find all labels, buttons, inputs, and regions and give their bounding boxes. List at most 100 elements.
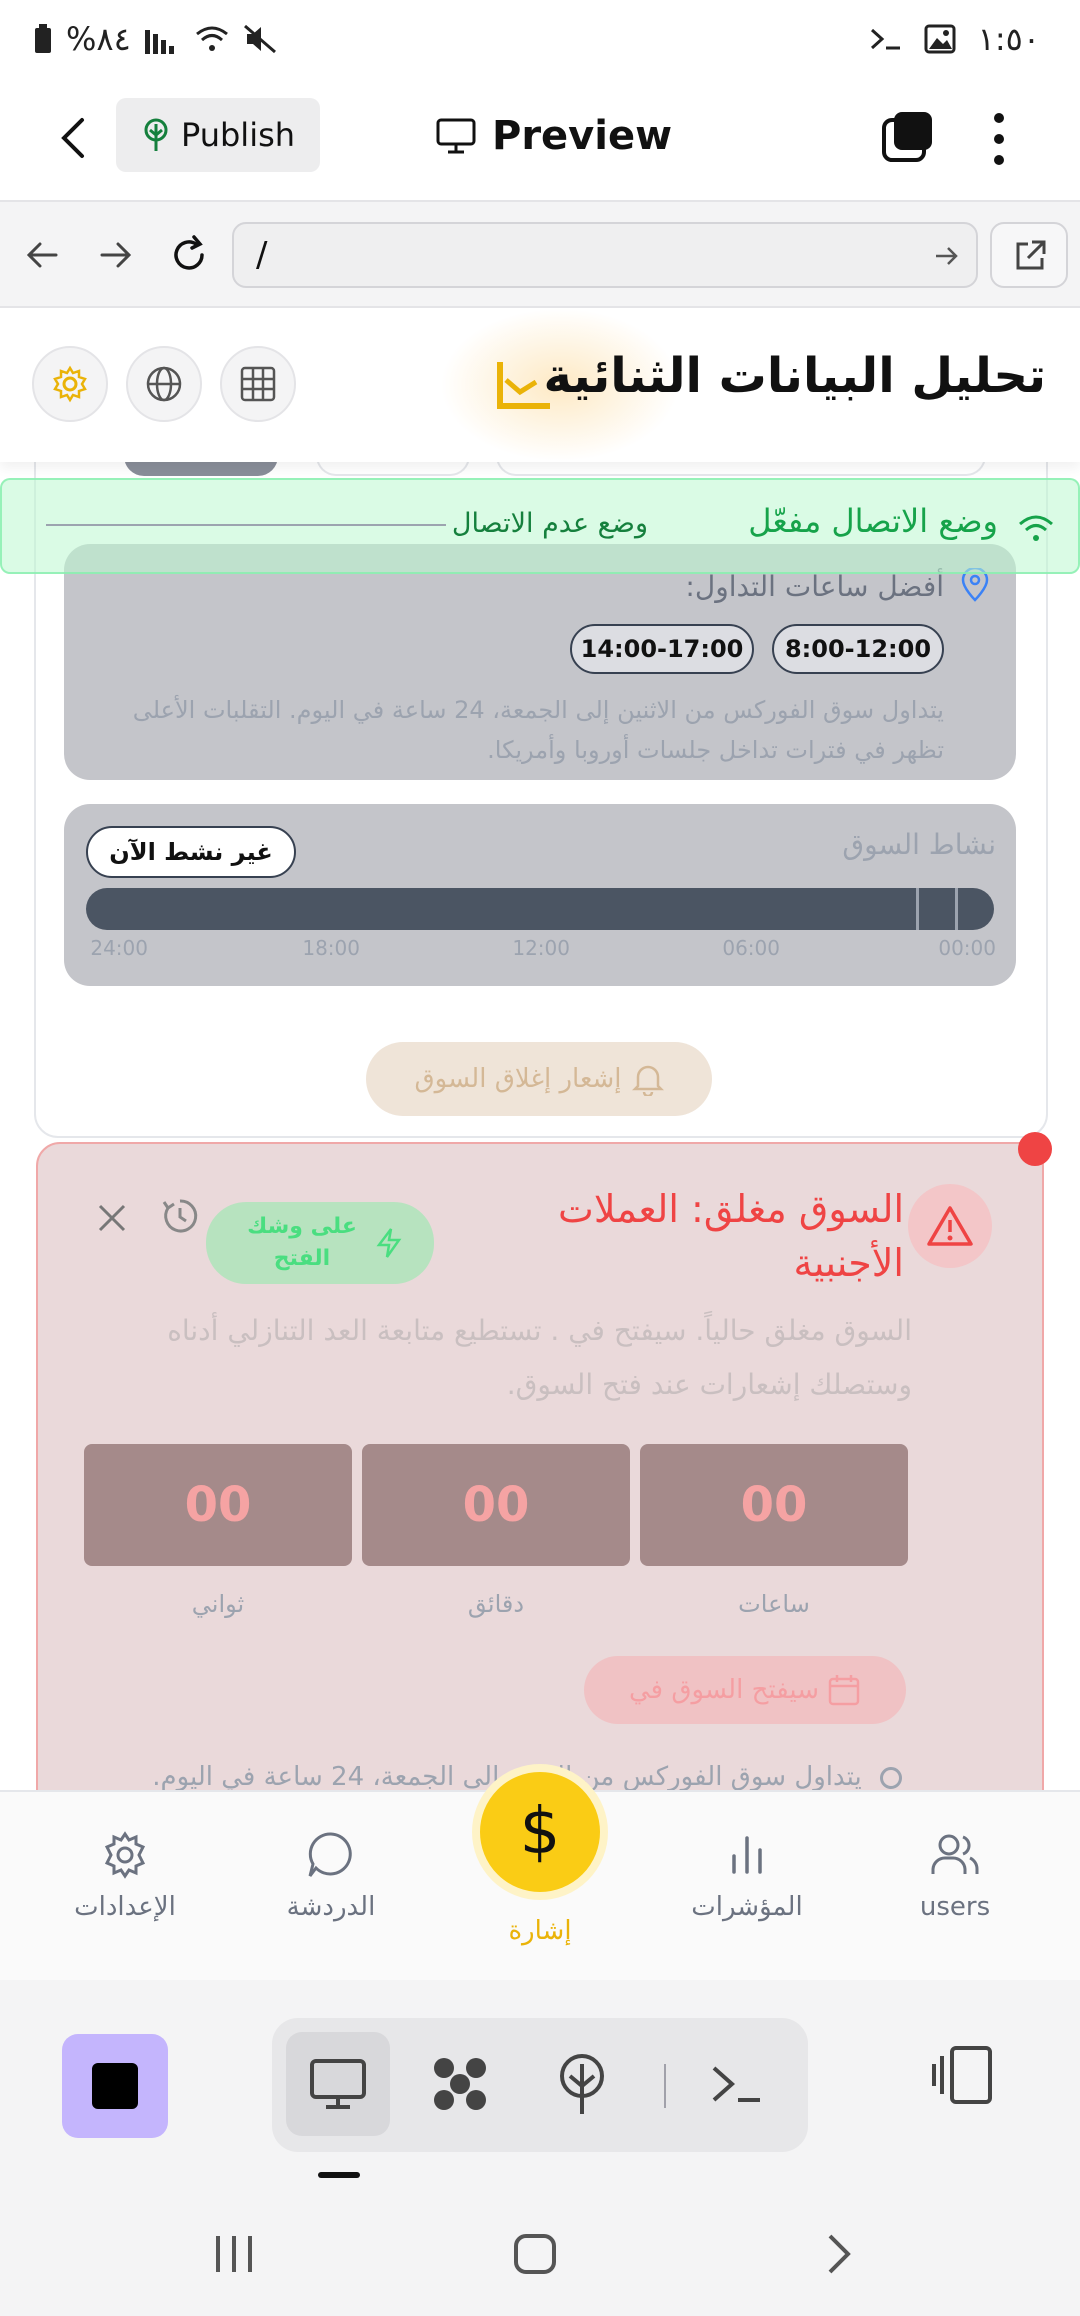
windows-icon[interactable] [880,108,936,164]
image-icon [924,24,956,54]
battery-percent: %٨٤ [66,20,131,58]
nav-settings-label: الإعدادات [74,1892,176,1922]
language-button[interactable] [126,346,202,422]
market-closed-title: السوق مغلق: العملات الأجنبية [558,1187,904,1285]
time-slot-2: 14:00-17:00 [570,624,754,674]
page-header: تحليل البيانات الثنائية [0,308,1080,462]
app-bottom-nav: users المؤشرات $ إشارة الدردشة الإعدادات [0,1764,1080,1980]
status-bar: %٨٤ ١:٥٠ [0,0,1080,80]
best-trading-hours: أفضل ساعات التداول: 8:00-12:00 14:00-17:… [64,544,1016,780]
bolt-icon [376,1228,402,1258]
warning-badge [908,1184,992,1268]
home-icon[interactable] [512,2232,558,2276]
opens-at-pill: سيفتح السوق في [584,1656,906,1724]
chat-icon [308,1832,352,1877]
monitor-icon [436,118,476,154]
opening-soon-label: على وشك الفتح [247,1214,357,1271]
countdown-minutes-label: دقائق [467,1590,525,1618]
nav-users[interactable]: users [870,1828,1040,1922]
current-time-marker [916,888,958,930]
preview-content: تحليل البيانات الثنائية وضع الاتصال مفعّ… [0,308,1080,1790]
offline-mode-toggle[interactable]: وضع عدم الاتصال [452,508,648,539]
countdown-hours-label: ساعات [738,1590,810,1618]
grid-button[interactable] [220,346,296,422]
calendar-icon [828,1675,860,1706]
timer-icon[interactable] [160,1196,200,1236]
components-tool[interactable] [408,2032,512,2136]
editor-toolbar [0,1980,1080,2190]
grid-icon [240,366,276,402]
tick-label: 24:00 [90,936,148,960]
blocks-icon [434,2058,486,2110]
terminal-icon [870,28,900,50]
globe-icon [146,366,182,402]
info-dot-icon [880,1766,902,1789]
console-tool[interactable] [684,2032,788,2136]
panel-toggle-icon[interactable] [930,2042,996,2108]
settings-button[interactable] [32,346,108,422]
monitor-icon [310,2059,366,2109]
market-closed-description: السوق مغلق حالياً. سيفتح في . تستطيع متا… [167,1314,912,1401]
bell-icon [631,1065,664,1096]
stop-button[interactable] [62,2034,168,2138]
market-closed-footer: يتداول سوق الفوركس من الاثنين إلى الجمعة… [42,1762,902,1790]
tick-label: 06:00 [722,936,780,960]
more-menu-icon[interactable] [976,106,1022,172]
clock: ١:٥٠ [977,20,1040,58]
warning-icon [927,1206,973,1246]
app-header: Publish Preview [0,80,1080,202]
view-mode-group [272,2018,808,2152]
publish-tool[interactable] [530,2032,634,2136]
trading-hours-description: يتداول سوق الفوركس من الاثنين إلى الجمعة… [132,696,944,764]
wifi-status-icon [1019,515,1053,541]
online-mode-label: وضع الاتصال مفعّل [748,502,998,540]
browser-forward-icon[interactable] [92,232,138,278]
gear-icon [53,365,87,403]
url-bar: / [0,202,1080,308]
external-link-icon [1016,240,1046,270]
back-nav-icon[interactable] [818,2232,858,2276]
countdown-minutes: 00 [362,1444,630,1566]
status-left: %٨٤ [34,20,277,58]
activity-timeline [86,888,994,930]
nav-users-label: users [919,1892,991,1922]
battery-icon [35,24,51,53]
tick-label: 00:00 [938,936,996,960]
signal-icon [144,30,174,54]
nav-settings[interactable]: الإعدادات [40,1828,210,1922]
go-arrow-icon[interactable] [932,242,960,270]
banner-divider [46,524,446,526]
opening-soon-badge: على وشك الفتح [206,1202,434,1284]
notify-label: إشعار إغلاق السوق [414,1064,622,1094]
preview-tab[interactable]: Preview [436,104,672,168]
publish-button[interactable]: Publish [116,98,320,172]
url-input[interactable]: / [232,222,978,288]
publish-tree-icon [560,2054,604,2114]
preview-mode-tool[interactable] [286,2032,390,2136]
url-text: / [256,235,268,275]
mute-icon [243,24,276,54]
market-activity: نشاط السوق غير نشط الآن 00:00 06:00 12:0… [64,804,1016,986]
market-close-notify-button[interactable]: إشعار إغلاق السوق [366,1042,712,1116]
back-chevron-icon[interactable] [44,108,104,168]
nav-chat[interactable]: الدردشة [246,1828,416,1922]
trading-hours-title: أفضل ساعات التداول: [685,570,944,603]
close-icon[interactable] [94,1200,130,1236]
browser-back-icon[interactable] [20,232,66,278]
countdown-seconds-label: ثواني [191,1590,245,1618]
tick-label: 12:00 [512,936,570,960]
market-activity-title: نشاط السوق [842,828,996,861]
signal-button[interactable]: $ [472,1764,608,1900]
dollar-icon: $ [519,1795,561,1869]
reload-icon[interactable] [166,232,212,278]
system-nav-bar [0,2190,1080,2316]
active-tool-indicator [318,2172,360,2178]
gear-icon [104,1831,146,1879]
open-external-button[interactable] [990,222,1068,288]
wifi-icon [195,26,228,51]
tick-label: 18:00 [302,936,360,960]
publish-label: Publish [180,116,296,154]
stop-icon [92,2063,138,2109]
recent-apps-icon[interactable] [210,2232,258,2276]
nav-indicators[interactable]: المؤشرات [662,1828,832,1922]
